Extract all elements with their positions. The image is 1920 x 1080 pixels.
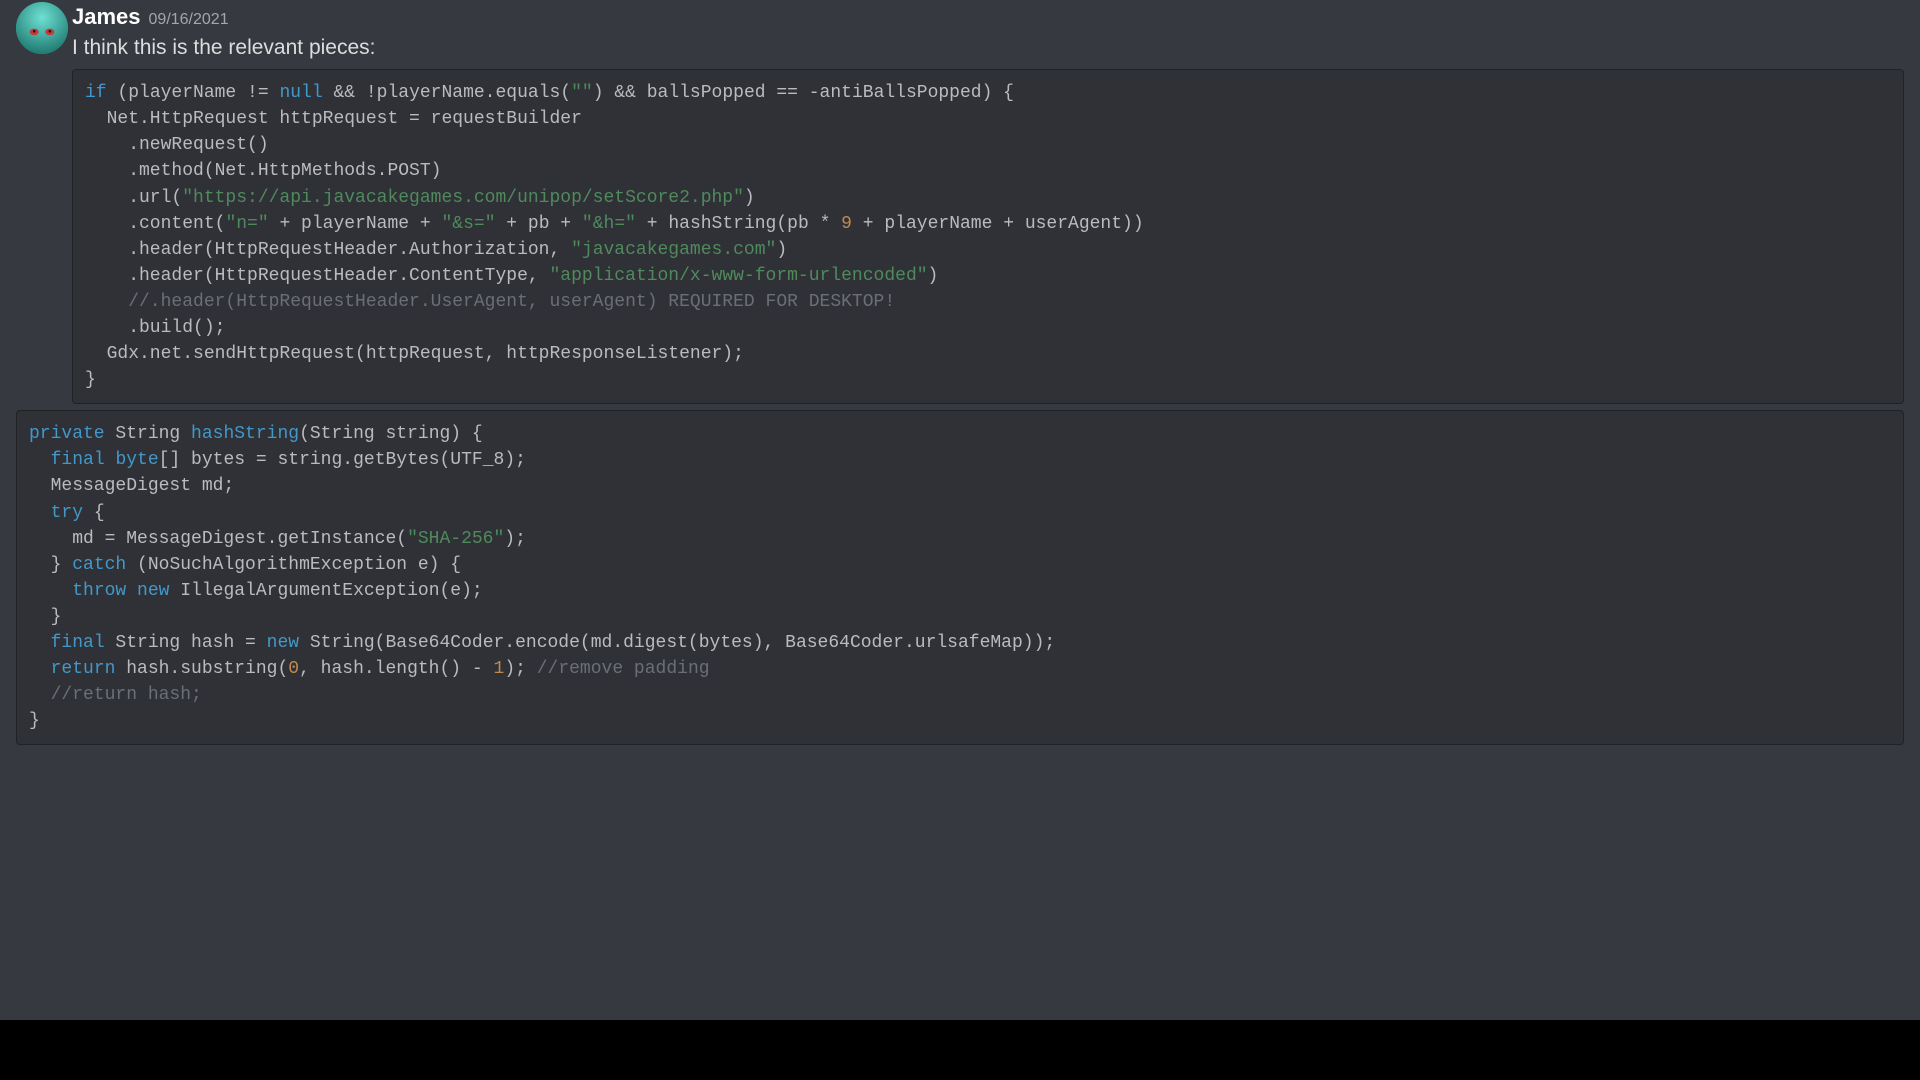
message-text: I think this is the relevant pieces: [72, 34, 1904, 63]
code-line: MessageDigest md; [29, 476, 234, 496]
code-token: new [137, 581, 169, 601]
code-line: //.header(HttpRequestHeader.UserAgent, u… [85, 292, 895, 312]
code-token: , hash.length() - [299, 659, 493, 679]
code-token: ); [504, 529, 526, 549]
code-token: (NoSuchAlgorithmException e) { [126, 555, 461, 575]
timestamp: 09/16/2021 [149, 11, 229, 29]
code-line: .build(); [85, 318, 225, 338]
code-line: .method(Net.HttpMethods.POST) [85, 161, 441, 181]
code-token: final [51, 633, 105, 653]
code-token: (playerName != [107, 83, 280, 103]
code-token: + playerName + userAgent)) [852, 214, 1144, 234]
code-token: String [105, 424, 191, 444]
code-token: hashString [191, 424, 299, 444]
username[interactable]: James [72, 2, 141, 32]
code-token: ); [504, 659, 536, 679]
code-token: "javacakegames.com" [571, 240, 776, 260]
code-token: "&h=" [582, 214, 636, 234]
code-token: "SHA-256" [407, 529, 504, 549]
code-token: } [29, 555, 72, 575]
code-block-2[interactable]: private String hashString(String string)… [16, 410, 1904, 745]
code-token: private [29, 424, 105, 444]
code-token: 0 [288, 659, 299, 679]
code-token: catch [72, 555, 126, 575]
code-token: IllegalArgumentException(e); [169, 581, 482, 601]
code-token: md = MessageDigest.getInstance( [29, 529, 407, 549]
code-token: ) && ballsPopped == -antiBallsPopped) { [593, 83, 1014, 103]
code-line: } [85, 370, 96, 390]
code-block-1[interactable]: if (playerName != null && !playerName.eq… [72, 69, 1904, 404]
code-token: && !playerName.equals( [323, 83, 571, 103]
code-token: byte [115, 450, 158, 470]
code-token [29, 633, 51, 653]
code-token: (String string) { [299, 424, 483, 444]
code-token: 9 [841, 214, 852, 234]
code-token: final [51, 450, 105, 470]
code-line: //return hash; [29, 685, 202, 705]
code-token: String(Base64Coder.encode(md.digest(byte… [299, 633, 1055, 653]
code-token: //remove padding [537, 659, 710, 679]
code-token: { [83, 503, 105, 523]
code-token: if [85, 83, 107, 103]
bottom-bar [0, 1020, 1920, 1080]
code-token: try [51, 503, 83, 523]
code-token: ) [776, 240, 787, 260]
message-header: James 09/16/2021 [72, 2, 1904, 32]
code-token: + hashString(pb * [636, 214, 841, 234]
code-token: "n=" [225, 214, 268, 234]
code-token [29, 450, 51, 470]
code-token: String hash = [105, 633, 267, 653]
code-token: hash.substring( [115, 659, 288, 679]
code-token: .header(HttpRequestHeader.ContentType, [85, 266, 549, 286]
code-token: + pb + [496, 214, 582, 234]
code-token: + playerName + [269, 214, 442, 234]
code-token [29, 581, 72, 601]
avatar-image-icon [16, 2, 68, 54]
code-token: [] bytes = string.getBytes(UTF_8); [159, 450, 526, 470]
code-line: Net.HttpRequest httpRequest = requestBui… [85, 109, 582, 129]
code-line: .newRequest() [85, 135, 269, 155]
code-line: Gdx.net.sendHttpRequest(httpRequest, htt… [85, 344, 744, 364]
chat-message: James 09/16/2021 I think this is the rel… [0, 0, 1920, 404]
code-token: return [51, 659, 116, 679]
code-token [29, 503, 51, 523]
code-token [126, 581, 137, 601]
code-token: null [279, 83, 322, 103]
code-token: .content( [85, 214, 225, 234]
code-token: "" [571, 83, 593, 103]
code-token: "application/x-www-form-urlencoded" [549, 266, 927, 286]
code-token [105, 450, 116, 470]
code-token [29, 659, 51, 679]
code-token: "&s=" [441, 214, 495, 234]
code-token: .header(HttpRequestHeader.Authorization, [85, 240, 571, 260]
code-line: } [29, 711, 40, 731]
code-token: throw [72, 581, 126, 601]
code-token: .url( [85, 188, 182, 208]
avatar[interactable] [16, 2, 68, 54]
code-line: } [29, 607, 61, 627]
code-token: ) [744, 188, 755, 208]
code-token: "https://api.javacakegames.com/unipop/se… [182, 188, 744, 208]
code-token: 1 [494, 659, 505, 679]
code-token: new [267, 633, 299, 653]
code-token: ) [928, 266, 939, 286]
